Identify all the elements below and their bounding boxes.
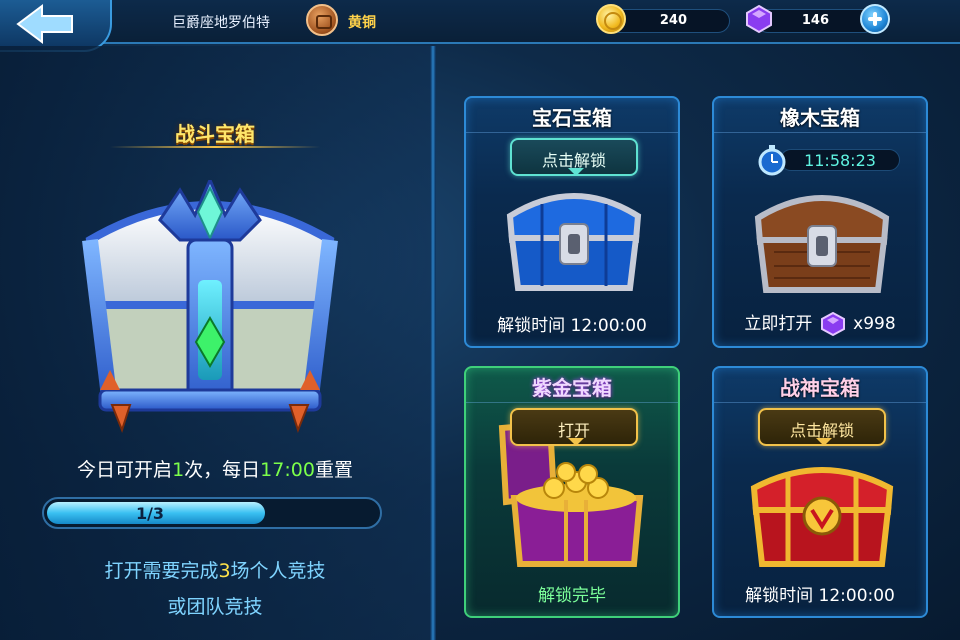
unlock-label: 点击解锁	[789, 421, 854, 440]
req-suffix: 场个人竞技	[230, 560, 326, 582]
panel-divider	[430, 46, 436, 640]
top-bar: 巨爵座地罗伯特 黄铜 240 146	[0, 0, 960, 52]
unlock-label: 点击解锁	[541, 151, 606, 170]
chest-title: 宝石宝箱	[532, 106, 612, 130]
info-mid: 次，每日	[184, 459, 261, 481]
coin-bar: 240	[608, 9, 730, 33]
battle-chest-image[interactable]	[70, 180, 350, 440]
countdown-timer: 11:58:23	[756, 145, 906, 176]
coin-icon	[596, 4, 626, 34]
instant-open-label: 立即打开	[744, 314, 813, 334]
progress-text: 1/3	[135, 504, 165, 523]
title-divider	[466, 402, 678, 403]
info-prefix: 今日可开启	[77, 459, 173, 481]
chest-card-gem[interactable]: 宝石宝箱 点击解锁 解锁时间 12:00:00	[464, 96, 680, 348]
war-god-chest-image	[750, 467, 894, 567]
gem-icon	[820, 312, 845, 336]
requirement-line-2: 或团队竞技	[167, 596, 263, 618]
info-count: 1	[172, 459, 185, 481]
requirement-line-1: 打开需要完成3场个人竞技	[0, 556, 430, 583]
back-arrow-icon	[16, 4, 73, 44]
player-name: 巨爵座地罗伯特	[172, 15, 270, 31]
rank-label: 黄铜	[348, 15, 376, 31]
unlock-time: 解锁时间 12:00:00	[497, 316, 647, 336]
battle-progress-bar: 1/3	[42, 497, 382, 529]
req-prefix: 打开需要完成	[104, 560, 219, 582]
timer-value: 11:58:23	[780, 149, 900, 171]
chest-card-purple-gold[interactable]: 紫金宝箱 打开 解锁完毕	[464, 366, 680, 618]
open-label: 打开	[557, 421, 590, 440]
gem-chest-image	[506, 193, 642, 291]
chest-card-oak[interactable]: 橡木宝箱 11:58:23 立即打开 x998	[712, 96, 928, 348]
info-suffix: 重置	[314, 459, 353, 481]
add-gems-button[interactable]	[860, 4, 890, 34]
chest-title: 战神宝箱	[780, 376, 860, 400]
gem-bar: 146	[756, 9, 876, 33]
open-button[interactable]: 打开	[510, 408, 638, 446]
back-button[interactable]	[0, 0, 112, 52]
oak-chest-image	[754, 195, 890, 293]
title-divider	[714, 402, 926, 403]
title-underline	[110, 146, 320, 148]
title-divider	[466, 132, 678, 133]
unlock-button[interactable]: 点击解锁	[758, 408, 886, 446]
coin-count: 240	[659, 13, 687, 28]
gem-icon	[746, 4, 772, 34]
unlock-status: 解锁完毕	[538, 586, 606, 606]
battle-chest-title: 战斗宝箱	[175, 122, 255, 146]
gem-cost: x998	[853, 314, 896, 334]
gem-count: 146	[801, 13, 829, 28]
unlock-button[interactable]: 点击解锁	[510, 138, 638, 176]
unlock-time: 解锁时间 12:00:00	[745, 586, 895, 606]
req-count: 3	[218, 560, 231, 582]
chest-title: 橡木宝箱	[780, 106, 860, 130]
daily-open-info: 今日可开启1次，每日17:00重置	[0, 455, 430, 482]
chest-title: 紫金宝箱	[532, 376, 612, 400]
instant-open[interactable]: 立即打开 x998	[714, 309, 926, 336]
title-divider	[714, 132, 926, 133]
rank-badge-icon	[306, 4, 338, 36]
chest-card-war-god[interactable]: 战神宝箱 点击解锁 解锁时间 12:00:00	[712, 366, 928, 618]
stopwatch-icon	[758, 145, 786, 176]
info-reset-time: 17:00	[260, 459, 315, 481]
